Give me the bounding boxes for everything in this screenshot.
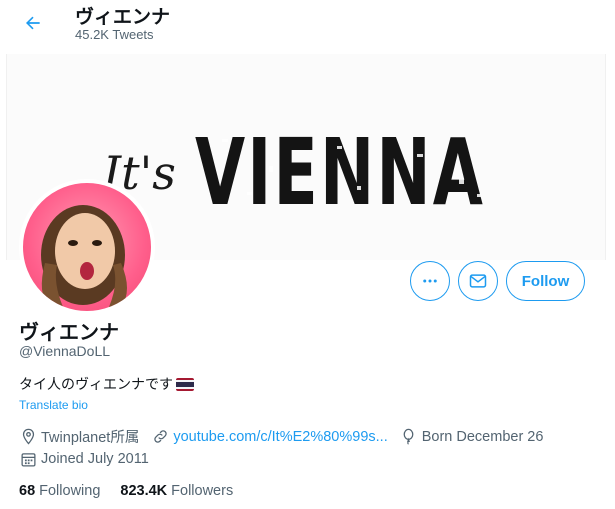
calendar-icon [19,450,37,468]
avatar-image [41,205,127,307]
link-icon [151,428,169,446]
joined-item: Joined July 2011 [19,450,149,468]
birthday-item: Born December 26 [400,428,544,446]
more-options-button[interactable] [410,261,450,301]
joined-text: Joined July 2011 [41,451,149,467]
profile-bio: タイ人のヴィエンナです [19,374,194,394]
more-dots-icon [423,279,437,283]
website-item: youtube.com/c/It%E2%80%99s... [151,428,388,446]
profile-header-bar: ヴィエンナ 45.2K Tweets [0,0,615,46]
thailand-flag-icon [176,377,194,391]
back-button[interactable] [18,8,48,38]
following-label: Following [39,483,101,499]
birthday-text: Born December 26 [421,428,544,445]
bio-text: タイ人のヴィエンナです [19,377,173,393]
header-title: ヴィエンナ [75,6,171,28]
following-count: 68 [19,483,36,499]
location-text: Twinplanet所属 [41,430,140,446]
followers-stat[interactable]: 823.4K Followers [120,483,233,499]
arrow-left-icon [26,16,40,30]
location-pin-icon [19,428,37,446]
translate-bio-link[interactable]: Translate bio [19,398,88,412]
follow-stats: 68 Following 823.4K Followers [19,483,253,499]
profile-handle: @ViennaDoLL [19,343,111,359]
profile-avatar[interactable] [19,179,155,315]
profile-meta-row-2: Joined July 2011 [19,450,161,468]
tweet-count: 45.2K Tweets [75,27,154,42]
envelope-icon [469,274,487,288]
message-button[interactable] [458,261,498,301]
followers-label: Followers [171,483,234,499]
followers-count: 823.4K [120,483,168,499]
profile-meta-row: Twinplanet所属 youtube.com/c/It%E2%80%99s.… [19,426,555,447]
balloon-icon [400,428,418,446]
follow-button[interactable]: Follow [506,261,585,301]
profile-name: ヴィエンナ [19,320,119,344]
website-link[interactable]: youtube.com/c/It%E2%80%99s... [173,429,387,445]
following-stat[interactable]: 68 Following [19,483,100,499]
location-item: Twinplanet所属 [19,426,139,447]
banner-main-text: VIENNA [195,119,485,226]
